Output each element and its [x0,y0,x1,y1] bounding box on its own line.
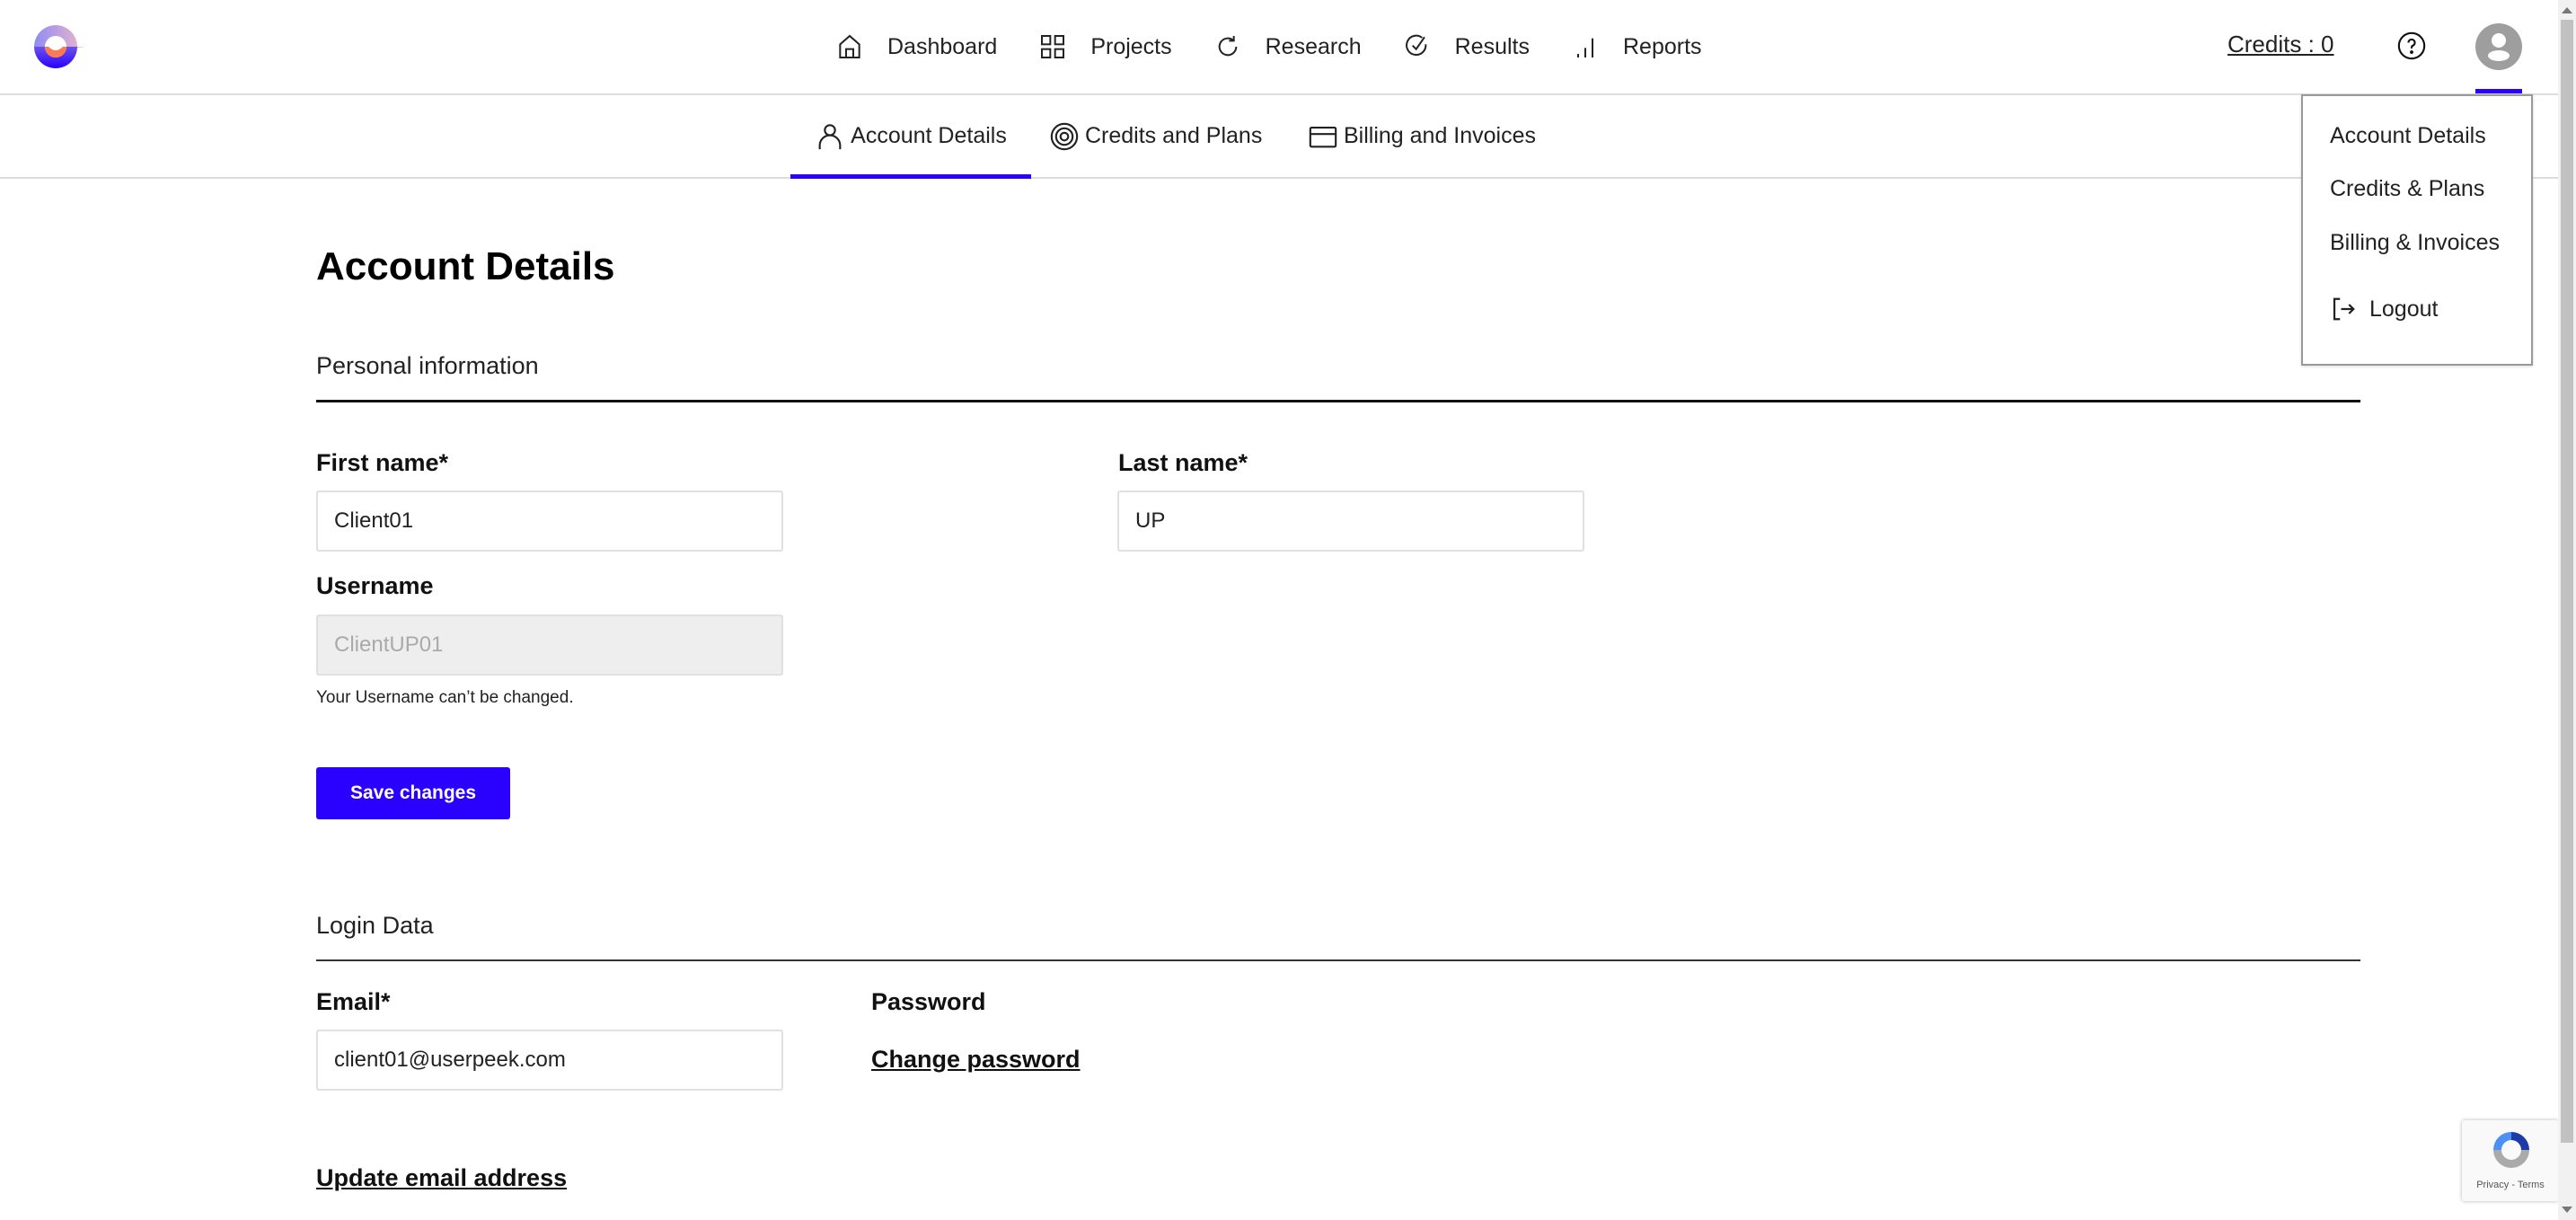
tab-credits-plans[interactable]: Credits and Plans [1049,95,1262,177]
save-changes-button[interactable]: Save changes [316,767,510,819]
first-name-label: First name* [316,449,449,476]
username-hint: Your Username can’t be changed. [316,688,574,707]
section-divider [316,959,2360,961]
bar-chart-icon [1577,38,1593,57]
nav-label: Results [1454,33,1530,59]
menu-item-logout[interactable]: Logout [2330,296,2438,323]
nav-reports[interactable]: Reports [1571,32,1702,61]
nav-label: Projects [1090,33,1172,59]
first-name-input[interactable] [316,491,783,552]
tab-label: Credits and Plans [1085,123,1263,148]
scroll-thumb[interactable] [2561,20,2573,1143]
username-label: Username [316,572,434,599]
page-scrollbar[interactable] [2558,0,2576,1220]
help-icon[interactable] [2396,31,2427,61]
scroll-down-arrow-icon[interactable] [2562,1207,2572,1213]
logo-icon[interactable] [32,23,88,72]
page-title: Account Details [316,244,615,288]
nav-label: Reports [1623,33,1702,59]
section-login-data: Login Data [316,912,434,939]
recaptcha-badge[interactable]: Privacy - Terms [2462,1120,2559,1201]
user-icon [818,123,842,149]
user-menu-dropdown: Account Details Credits & Plans Billing … [2301,94,2533,366]
section-personal-information: Personal information [316,352,539,379]
last-name-label: Last name* [1118,449,1248,476]
recaptcha-text[interactable]: Privacy - Terms [2462,1180,2559,1190]
check-circle-icon [1405,34,1426,57]
nav-label: Research [1265,33,1362,59]
update-email-link[interactable]: Update email address [316,1164,567,1192]
tab-account-details[interactable]: Account Details [790,95,1031,179]
scroll-up-arrow-icon[interactable] [2562,7,2572,13]
nav-results[interactable]: Results [1403,32,1530,61]
account-tabs: Account Details Credits and Plans Billin… [0,95,2558,179]
menu-item-billing-invoices[interactable]: Billing & Invoices [2330,230,2500,256]
logout-label: Logout [2369,296,2439,322]
logout-icon [2333,297,2355,321]
nav-projects[interactable]: Projects [1038,32,1172,61]
credits-link[interactable]: Credits : 0 [2228,31,2334,58]
menu-item-account-details[interactable]: Account Details [2330,123,2486,149]
nav-dashboard[interactable]: Dashboard [835,32,997,61]
username-input [316,614,783,676]
password-label: Password [871,988,986,1015]
section-divider [316,400,2360,402]
nav-label: Dashboard [887,33,998,59]
main-nav: Dashboard Projects Research Results Repo… [835,27,1743,66]
tab-billing-invoices[interactable]: Billing and Invoices [1308,95,1536,177]
nav-research[interactable]: Research [1213,32,1362,61]
tab-label: Account Details [851,123,1007,148]
credit-card-icon [1309,126,1337,147]
menu-item-credits-plans[interactable]: Credits & Plans [2330,176,2484,202]
change-password-link[interactable]: Change password [871,1046,1081,1074]
grid-icon [1041,35,1065,58]
refresh-icon [1218,36,1237,57]
home-icon [839,34,860,58]
avatar-active-indicator [2475,89,2522,93]
target-icon [1050,122,1079,150]
tab-label: Billing and Invoices [1344,123,1537,148]
last-name-input[interactable] [1117,491,1584,552]
email-input[interactable] [316,1030,783,1091]
top-header: Dashboard Projects Research Results Repo… [0,0,2558,95]
user-avatar-icon[interactable] [2475,23,2522,70]
email-label: Email* [316,988,391,1015]
recaptcha-icon [2493,1132,2529,1168]
